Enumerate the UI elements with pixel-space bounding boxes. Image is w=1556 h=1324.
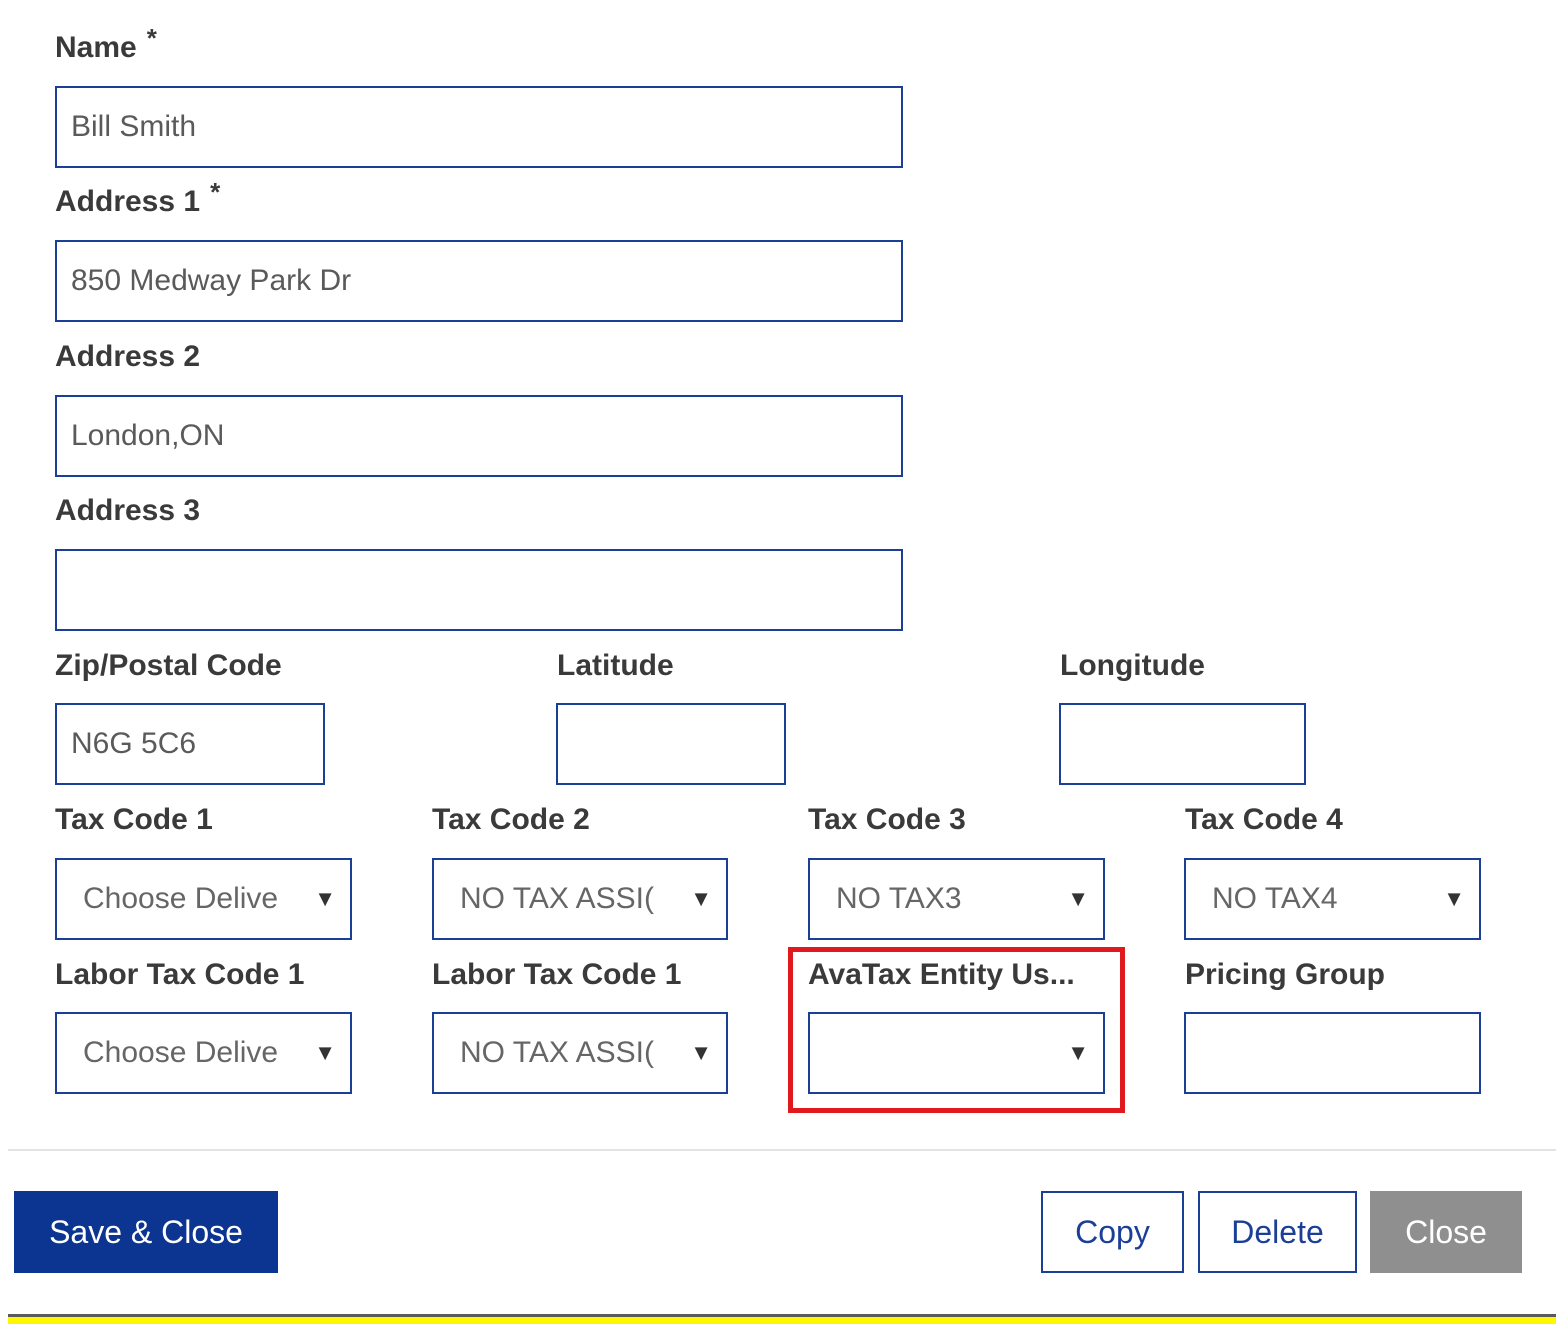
chevron-down-icon: ▼ — [314, 886, 336, 911]
chevron-down-icon: ▼ — [690, 886, 712, 911]
tax-code-4-label: Tax Code 4 — [1185, 803, 1343, 836]
save-close-button[interactable]: Save & Close — [14, 1191, 278, 1273]
tax-code-1-label: Tax Code 1 — [55, 803, 213, 836]
footer-divider — [8, 1149, 1556, 1151]
labor-tax-code-1b-select[interactable]: NO TAX ASSI( ▼ — [432, 1012, 728, 1094]
chevron-down-icon: ▼ — [314, 1040, 336, 1065]
labor-tax-code-1a-value: Choose Delive — [83, 1036, 279, 1069]
labor-tax-code-1b-value: NO TAX ASSI( — [460, 1036, 654, 1069]
labor-tax-code-1b-label: Labor Tax Code 1 — [432, 958, 682, 991]
tax-code-3-value: NO TAX3 — [836, 882, 962, 915]
tax-code-2-select[interactable]: NO TAX ASSI( ▼ — [432, 858, 728, 940]
chevron-down-icon: ▼ — [1067, 886, 1089, 911]
labor-tax-code-1a-select[interactable]: Choose Delive ▼ — [55, 1012, 352, 1094]
tax-code-4-value: NO TAX4 — [1212, 882, 1338, 915]
tax-code-1-value: Choose Delive — [83, 882, 279, 915]
name-label: Name * — [55, 23, 157, 64]
longitude-input[interactable] — [1059, 703, 1306, 785]
address3-label: Address 3 — [55, 494, 201, 527]
latitude-input[interactable] — [556, 703, 786, 785]
close-button[interactable]: Close — [1370, 1191, 1522, 1273]
chevron-down-icon: ▼ — [1443, 886, 1465, 911]
address1-label: Address 1 * — [55, 177, 221, 218]
address2-input[interactable]: London,ON — [55, 395, 903, 477]
tax-code-2-value: NO TAX ASSI( — [460, 882, 654, 915]
address1-input[interactable]: 850 Medway Park Dr — [55, 240, 903, 322]
pricing-group-input[interactable] — [1184, 1012, 1481, 1094]
tax-code-1-select[interactable]: Choose Delive ▼ — [55, 858, 352, 940]
chevron-down-icon: ▼ — [690, 1040, 712, 1065]
zip-input[interactable]: N6G 5C6 — [55, 703, 325, 785]
latitude-label: Latitude — [557, 649, 674, 682]
required-marker: * — [146, 23, 157, 53]
address2-label: Address 2 — [55, 340, 201, 373]
copy-button[interactable]: Copy — [1041, 1191, 1184, 1273]
required-marker: * — [210, 177, 221, 207]
highlight-box — [788, 947, 1125, 1113]
tax-code-2-label: Tax Code 2 — [432, 803, 590, 836]
zip-label: Zip/Postal Code — [55, 649, 282, 682]
bottom-accent-bar — [8, 1317, 1556, 1324]
labor-tax-code-1a-label: Labor Tax Code 1 — [55, 958, 305, 991]
name-input[interactable]: Bill Smith — [55, 86, 903, 168]
longitude-label: Longitude — [1060, 649, 1205, 682]
tax-code-4-select[interactable]: NO TAX4 ▼ — [1184, 858, 1481, 940]
address3-input[interactable] — [55, 549, 903, 631]
pricing-group-label: Pricing Group — [1185, 958, 1386, 991]
delete-button[interactable]: Delete — [1198, 1191, 1357, 1273]
tax-code-3-select[interactable]: NO TAX3 ▼ — [808, 858, 1105, 940]
tax-code-3-label: Tax Code 3 — [808, 803, 966, 836]
